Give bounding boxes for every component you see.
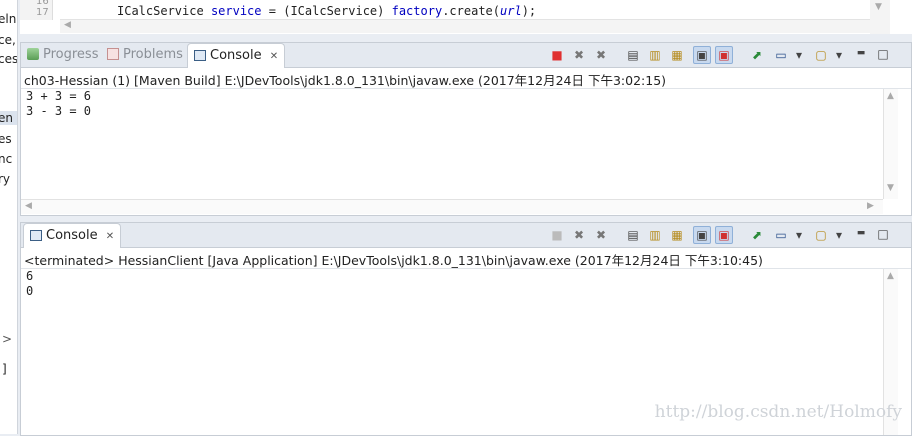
tab-label: Console — [210, 48, 262, 63]
scroll-right-chevron[interactable]: > — [2, 332, 12, 346]
word-wrap-button[interactable]: ▦ — [669, 47, 685, 63]
code-line[interactable]: ICalcService service = (ICalcService) fa… — [117, 4, 536, 18]
code-end: ); — [521, 4, 537, 18]
left-item[interactable]: ces — [0, 52, 17, 66]
tab-progress[interactable]: Progress — [27, 43, 98, 67]
left-bottom-char: ] — [2, 362, 7, 376]
scroll-up-icon[interactable]: ▲ — [887, 271, 894, 281]
console-view-top: Progress Problems Console ✕ ■ ✖ ✖ ▤ ▥ ▦ … — [20, 42, 912, 216]
console-hscroll[interactable]: ◀ ▶ — [21, 199, 883, 214]
code-cast: (ICalcService) — [283, 4, 385, 18]
scroll-up-icon[interactable]: ▲ — [887, 91, 894, 101]
code-variable: service — [210, 4, 262, 18]
remove-all-terminated-button[interactable]: ✖ — [593, 227, 609, 243]
show-stdout-button[interactable]: ▣ — [693, 46, 711, 64]
remove-launch-button[interactable]: ✖ — [571, 227, 587, 243]
code-field: factory — [391, 4, 443, 18]
console-icon — [30, 230, 42, 241]
console-line: 3 - 3 = 0 — [26, 104, 92, 118]
open-console-dropdown-icon[interactable]: ▾ — [831, 227, 847, 243]
clear-console-button[interactable]: ▤ — [625, 47, 641, 63]
display-console-button[interactable]: ▭ — [773, 227, 789, 243]
code-method: create( — [449, 4, 500, 18]
code-operator: = — [268, 4, 276, 18]
close-icon[interactable]: ✕ — [270, 51, 278, 62]
title-divider — [21, 88, 911, 89]
tab-label: Progress — [43, 47, 99, 62]
launch-title: <terminated> HessianClient [Java Applica… — [24, 253, 763, 268]
pin-console-button[interactable]: ⬈ — [749, 227, 765, 243]
scroll-down-icon[interactable]: ▼ — [887, 183, 894, 193]
open-console-dropdown-icon[interactable]: ▾ — [831, 47, 847, 63]
launch-title: ch03-Hessian (1) [Maven Build] E:\JDevTo… — [24, 73, 667, 88]
left-item[interactable]: ry — [0, 172, 10, 186]
console-vscroll[interactable]: ▲ ▼ — [883, 89, 898, 199]
left-item[interactable]: ce, — [0, 33, 16, 47]
view-tabbar: Console ✕ ■ ✖ ✖ ▤ ▥ ▦ ▣ ▣ ⬈ ▭ ▾ ▢ ▾ ▬ □ — [21, 223, 911, 248]
editor-hscroll[interactable]: ◀ — [60, 19, 870, 33]
title-divider — [21, 268, 911, 269]
tab-console[interactable]: Console ✕ — [23, 223, 122, 248]
scroll-lock-button[interactable]: ▥ — [647, 227, 663, 243]
console-line: 0 — [26, 284, 34, 298]
console-line: 6 — [26, 269, 34, 283]
left-item[interactable]: nc — [0, 152, 12, 166]
view-tabbar: Progress Problems Console ✕ ■ ✖ ✖ ▤ ▥ ▦ … — [21, 43, 911, 68]
open-console-button[interactable]: ▢ — [813, 47, 829, 63]
scroll-right-icon[interactable]: ▶ — [867, 201, 874, 211]
left-item[interactable]: es — [0, 132, 12, 146]
scroll-lock-button[interactable]: ▥ — [647, 47, 663, 63]
scroll-down-icon[interactable]: ▼ — [875, 2, 882, 12]
show-stderr-button[interactable]: ▣ — [715, 226, 733, 244]
watermark: http://blog.csdn.net/Holmofy — [654, 402, 902, 422]
tab-problems[interactable]: Problems — [107, 43, 183, 67]
editor-vscroll[interactable]: ▼ — [870, 0, 890, 34]
left-item[interactable]: eln — [0, 12, 16, 26]
show-stderr-button[interactable]: ▣ — [715, 46, 733, 64]
open-console-button[interactable]: ▢ — [813, 227, 829, 243]
problems-icon — [107, 48, 119, 60]
line-number: 17 — [36, 7, 49, 18]
tab-label: Problems — [123, 47, 183, 62]
code-type: ICalcService — [117, 4, 204, 18]
left-item-selected[interactable]: en — [0, 111, 17, 125]
terminate-button[interactable]: ■ — [549, 47, 565, 63]
terminate-button[interactable]: ■ — [549, 227, 565, 243]
clear-console-button[interactable]: ▤ — [625, 227, 641, 243]
maximize-button[interactable]: □ — [875, 46, 891, 62]
close-icon[interactable]: ✕ — [106, 231, 114, 242]
line-number-gutter: 16 17 — [20, 0, 53, 20]
left-panel-strip: eln ce, ces en es nc ry > ] — [0, 0, 18, 434]
progress-icon — [27, 48, 39, 60]
remove-launch-button[interactable]: ✖ — [571, 47, 587, 63]
tab-console[interactable]: Console ✕ — [187, 43, 286, 68]
scroll-left-icon[interactable]: ◀ — [25, 201, 32, 211]
word-wrap-button[interactable]: ▦ — [669, 227, 685, 243]
minimize-button[interactable]: ▬ — [853, 225, 869, 241]
pin-console-button[interactable]: ⬈ — [749, 47, 765, 63]
minimize-button[interactable]: ▬ — [853, 45, 869, 61]
display-dropdown-icon[interactable]: ▾ — [791, 227, 807, 243]
code-argument: url — [500, 4, 522, 18]
tab-label: Console — [46, 228, 98, 243]
show-stdout-button[interactable]: ▣ — [693, 226, 711, 244]
scroll-left-icon[interactable]: ◀ — [64, 20, 71, 30]
display-dropdown-icon[interactable]: ▾ — [791, 47, 807, 63]
remove-all-terminated-button[interactable]: ✖ — [593, 47, 609, 63]
console-icon — [194, 50, 206, 61]
display-console-button[interactable]: ▭ — [773, 47, 789, 63]
maximize-button[interactable]: □ — [875, 226, 891, 242]
line-number: 16 — [36, 0, 49, 7]
console-line: 3 + 3 = 6 — [26, 89, 92, 103]
